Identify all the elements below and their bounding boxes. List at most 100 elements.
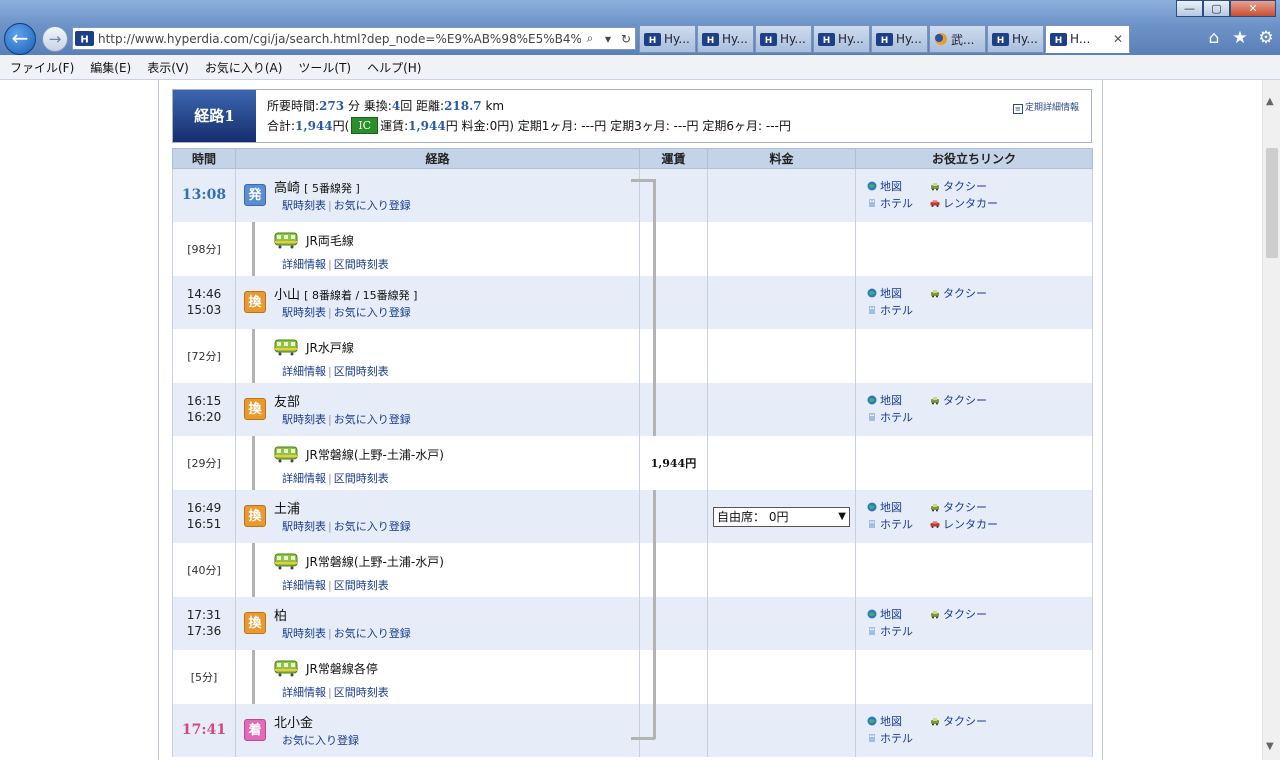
train-line-name[interactable]: JR常磐線(上野-土浦-水戸) — [306, 446, 444, 463]
section-timetable-link[interactable]: 区間時刻表 — [334, 686, 389, 699]
detail-info-link[interactable]: 詳細情報 — [282, 365, 326, 378]
station-timetable-link[interactable]: 駅時刻表 — [282, 627, 326, 640]
seat-class-select[interactable]: 自由席： 0円 ▼ — [713, 506, 850, 527]
tab-label[interactable]: Hy... — [838, 32, 864, 46]
detail-info-link[interactable]: 詳細情報 — [282, 472, 326, 485]
tab-0[interactable]: H Hy... — [639, 25, 696, 53]
rental-car-link-label[interactable]: レンタカー — [943, 516, 998, 532]
tab-6[interactable]: H Hy... — [987, 25, 1044, 53]
tab-4[interactable]: H Hy... — [871, 25, 928, 53]
back-button[interactable]: ← — [4, 23, 36, 55]
taxi-link[interactable]: タクシー — [930, 285, 987, 301]
hotel-link-label[interactable]: ホテル — [880, 516, 913, 532]
station-name-text[interactable]: 北小金 — [274, 716, 313, 731]
map-link[interactable]: 地図 — [867, 285, 902, 301]
section-timetable-link[interactable]: 区間時刻表 — [334, 579, 389, 592]
map-link[interactable]: 地図 — [867, 713, 902, 729]
map-link-label[interactable]: 地図 — [880, 285, 902, 301]
add-favorite-link[interactable]: お気に入り登録 — [334, 306, 411, 319]
hotel-link[interactable]: ホテル — [867, 516, 913, 532]
hotel-link[interactable]: ホテル — [867, 409, 913, 425]
tab-label[interactable]: Hy... — [722, 32, 748, 46]
map-link-label[interactable]: 地図 — [880, 178, 902, 194]
vertical-scrollbar[interactable]: ▲ ▼ — [1262, 80, 1280, 760]
taxi-link-label[interactable]: タクシー — [943, 285, 987, 301]
rental-car-link-label[interactable]: レンタカー — [943, 195, 998, 211]
map-link-label[interactable]: 地図 — [880, 606, 902, 622]
tab-7[interactable]: H H... ✕ — [1045, 25, 1130, 53]
station-timetable-link[interactable]: 駅時刻表 — [282, 413, 326, 426]
settings-gear-icon[interactable]: ⚙ — [1255, 28, 1277, 48]
menu-item-1[interactable]: 編集(E) — [90, 59, 131, 76]
station-name-text[interactable]: 小山 — [274, 288, 300, 303]
dropdown-arrow-icon[interactable]: ▾ — [599, 32, 617, 46]
taxi-link[interactable]: タクシー — [930, 713, 987, 729]
taxi-link-label[interactable]: タクシー — [943, 392, 987, 408]
close-tab-icon[interactable]: ✕ — [1113, 32, 1123, 46]
add-favorite-link[interactable]: お気に入り登録 — [334, 413, 411, 426]
station-timetable-link[interactable]: 駅時刻表 — [282, 306, 326, 319]
scroll-up-icon[interactable]: ▲ — [1266, 96, 1274, 107]
tab-label[interactable]: Hy... — [780, 32, 806, 46]
add-favorite-link[interactable]: お気に入り登録 — [334, 520, 411, 533]
train-line-name[interactable]: JR水戸線 — [306, 339, 354, 356]
taxi-link-label[interactable]: タクシー — [943, 499, 987, 515]
rental-car-link[interactable]: レンタカー — [930, 195, 998, 211]
station-name-text[interactable]: 友部 — [274, 395, 300, 410]
menu-item-4[interactable]: ツール(T) — [298, 59, 351, 76]
taxi-link[interactable]: タクシー — [930, 392, 987, 408]
hotel-link-label[interactable]: ホテル — [880, 730, 913, 746]
close-window-button[interactable]: ✕ — [1230, 0, 1276, 17]
hotel-link[interactable]: ホテル — [867, 195, 913, 211]
station-name-text[interactable]: 土浦 — [274, 502, 300, 517]
add-favorite-link[interactable]: お気に入り登録 — [334, 627, 411, 640]
rental-car-link[interactable]: レンタカー — [930, 516, 998, 532]
scroll-down-icon[interactable]: ▼ — [1266, 741, 1274, 752]
home-icon[interactable]: ⌂ — [1203, 28, 1225, 48]
train-line-name[interactable]: JR両毛線 — [306, 232, 354, 249]
maximize-button[interactable]: ▢ — [1203, 0, 1230, 17]
menu-item-2[interactable]: 表示(V) — [147, 59, 189, 76]
station-timetable-link[interactable]: 駅時刻表 — [282, 199, 326, 212]
map-link-label[interactable]: 地図 — [880, 499, 902, 515]
hotel-link[interactable]: ホテル — [867, 730, 913, 746]
station-name-text[interactable]: 柏 — [274, 609, 287, 624]
menu-item-3[interactable]: お気に入り(A) — [205, 59, 283, 76]
menu-item-0[interactable]: ファイル(F) — [10, 59, 74, 76]
address-bar[interactable]: H http://www.hyperdia.com/cgi/ja/search.… — [72, 27, 636, 50]
tab-3[interactable]: H Hy... — [813, 25, 870, 53]
tab-label[interactable]: Hy... — [896, 32, 922, 46]
tab-label[interactable]: 武... — [951, 31, 974, 48]
minimize-button[interactable]: — — [1176, 0, 1203, 17]
hotel-link[interactable]: ホテル — [867, 623, 913, 639]
taxi-link-label[interactable]: タクシー — [943, 606, 987, 622]
taxi-link-label[interactable]: タクシー — [943, 178, 987, 194]
map-link-label[interactable]: 地図 — [880, 713, 902, 729]
train-line-name[interactable]: JR常磐線(上野-土浦-水戸) — [306, 553, 444, 570]
favorites-star-icon[interactable]: ★ — [1229, 28, 1251, 48]
hotel-link-label[interactable]: ホテル — [880, 195, 913, 211]
hotel-link[interactable]: ホテル — [867, 302, 913, 318]
station-name-text[interactable]: 高崎 — [274, 181, 300, 196]
tab-5[interactable]: 武... — [929, 25, 986, 53]
search-icon[interactable]: ⌕ — [581, 31, 599, 46]
taxi-link[interactable]: タクシー — [930, 499, 987, 515]
add-favorite-link[interactable]: お気に入り登録 — [282, 734, 359, 747]
refresh-icon[interactable]: ↻ — [617, 32, 635, 46]
chevron-down-icon[interactable]: ▼ — [838, 508, 846, 526]
address-url[interactable]: http://www.hyperdia.com/cgi/ja/search.ht… — [98, 32, 581, 46]
tab-label[interactable]: H... — [1070, 32, 1090, 46]
tab-label[interactable]: Hy... — [1012, 32, 1038, 46]
section-timetable-link[interactable]: 区間時刻表 — [334, 365, 389, 378]
section-timetable-link[interactable]: 区間時刻表 — [334, 258, 389, 271]
map-link[interactable]: 地図 — [867, 499, 902, 515]
tab-1[interactable]: H Hy... — [697, 25, 754, 53]
map-link[interactable]: 地図 — [867, 606, 902, 622]
taxi-link[interactable]: タクシー — [930, 178, 987, 194]
taxi-link[interactable]: タクシー — [930, 606, 987, 622]
hotel-link-label[interactable]: ホテル — [880, 302, 913, 318]
menu-item-5[interactable]: ヘルプ(H) — [367, 59, 421, 76]
map-link[interactable]: 地図 — [867, 392, 902, 408]
map-link[interactable]: 地図 — [867, 178, 902, 194]
train-line-name[interactable]: JR常磐線各停 — [306, 660, 378, 677]
